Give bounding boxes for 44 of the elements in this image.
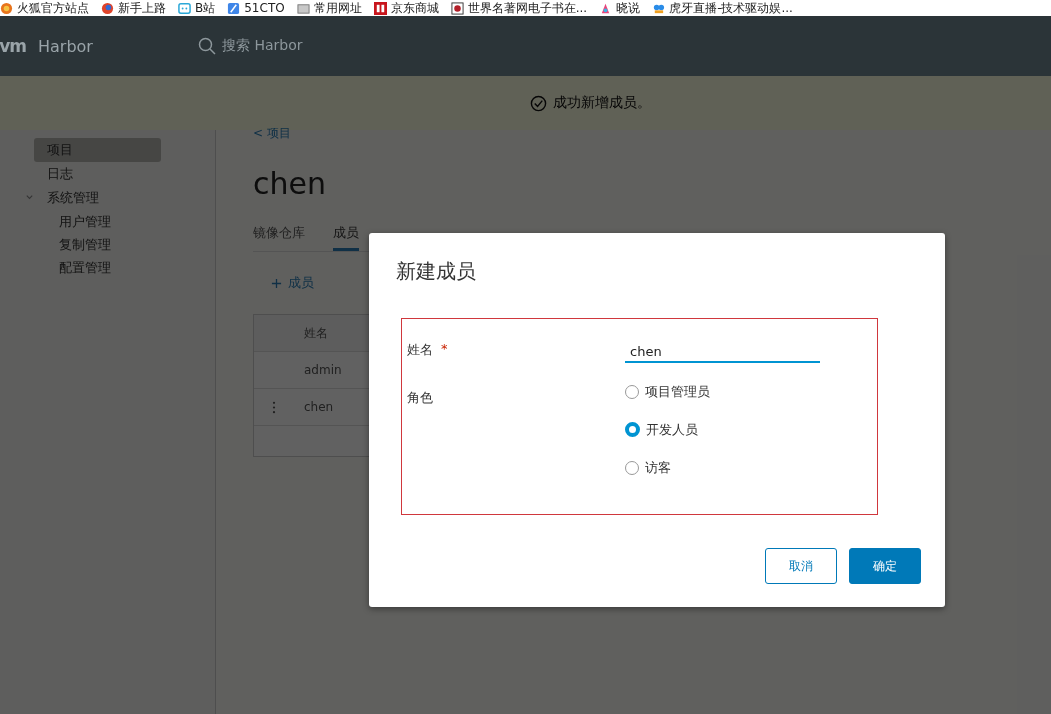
plus-icon bbox=[271, 277, 282, 289]
sidebar-item[interactable]: 系统管理 bbox=[34, 186, 161, 210]
bookmark-link[interactable]: 常用网址 bbox=[313, 1, 362, 15]
radio-button[interactable] bbox=[625, 422, 640, 437]
field-label: 角色 bbox=[407, 388, 433, 407]
search-field[interactable]: 搜索 Harbor bbox=[222, 37, 303, 55]
bookmark-link[interactable]: 虎牙直播-技术驱动娱... bbox=[669, 1, 793, 15]
bookmark-icon bbox=[101, 1, 114, 15]
table-cell-text: admin bbox=[303, 363, 342, 377]
bookmark-link[interactable]: 世界名著网电子书在... bbox=[467, 1, 588, 15]
cancel-button[interactable]: 取消 bbox=[765, 548, 837, 584]
project-title: chen bbox=[253, 165, 327, 203]
bookmark-link[interactable]: B站 bbox=[195, 1, 216, 15]
success-message: 成功新增成员。 bbox=[553, 94, 651, 112]
more-icon[interactable] bbox=[272, 400, 276, 414]
dialog-title: 新建成员 bbox=[396, 258, 476, 285]
bookmark-icon bbox=[178, 1, 191, 15]
bookmark-icon bbox=[0, 1, 13, 15]
bookmark-link[interactable]: 火狐官方站点 bbox=[17, 1, 89, 15]
success-icon bbox=[530, 94, 547, 112]
table-cell-text: chen bbox=[303, 400, 334, 414]
bookmark-icon bbox=[296, 1, 310, 15]
sidebar-item[interactable]: 配置管理 bbox=[34, 256, 173, 279]
radio-button[interactable] bbox=[625, 384, 639, 399]
bookmark-link[interactable]: 51CTO bbox=[244, 1, 285, 15]
bookmark-link[interactable]: 京东商城 bbox=[390, 1, 439, 15]
tab[interactable]: 镜像仓库 bbox=[253, 216, 305, 251]
sidebar-item[interactable]: 用户管理 bbox=[34, 210, 173, 233]
bookmark-link[interactable]: 晓说 bbox=[616, 1, 641, 15]
bookmark-link[interactable]: 新手上路 bbox=[118, 1, 166, 15]
sidebar-item[interactable]: 复制管理 bbox=[34, 233, 173, 256]
radio-label: 项目管理员 bbox=[645, 382, 710, 401]
brand-logo: vm bbox=[0, 36, 26, 56]
field-label: 姓名 bbox=[407, 341, 433, 359]
name-field[interactable]: chen bbox=[625, 342, 820, 363]
search-icon bbox=[198, 37, 216, 55]
sidebar-item[interactable]: 日志 bbox=[34, 162, 161, 186]
tab[interactable]: 成员 bbox=[333, 216, 359, 251]
radio-label: 访客 bbox=[645, 458, 671, 477]
confirm-button[interactable]: 确定 bbox=[849, 548, 921, 584]
required-mark: * bbox=[441, 341, 448, 356]
radio-label: 开发人员 bbox=[646, 420, 698, 439]
radio-button[interactable] bbox=[625, 460, 639, 475]
app-title: Harbor bbox=[38, 36, 94, 56]
